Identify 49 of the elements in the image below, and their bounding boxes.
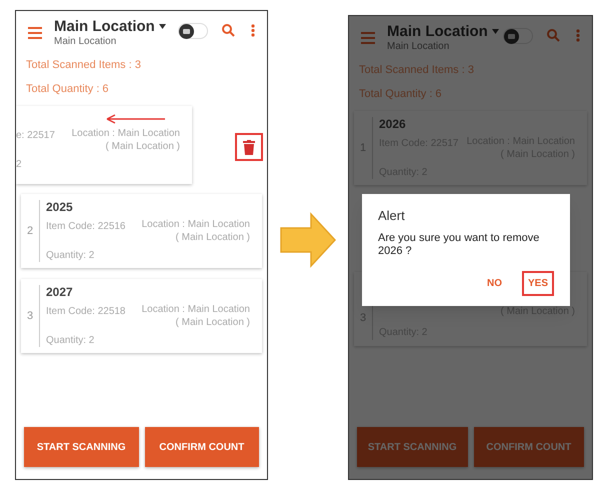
menu-icon[interactable] bbox=[361, 32, 375, 44]
item-name: 2027 bbox=[46, 286, 74, 298]
camera-toggle[interactable] bbox=[503, 28, 533, 44]
item-quantity: 2 bbox=[16, 158, 23, 172]
item-code: e: 22517 bbox=[16, 129, 55, 143]
more-icon[interactable] bbox=[251, 24, 255, 37]
total-label: Total Quantity : 6 bbox=[359, 86, 443, 102]
menu-icon[interactable] bbox=[28, 27, 42, 39]
location-subtitle: Main Location bbox=[54, 37, 118, 47]
next-arrow-icon bbox=[279, 212, 337, 268]
item-index: 2 bbox=[26, 224, 34, 239]
swipe-arrow bbox=[106, 114, 166, 124]
item-location: Location : Main Location bbox=[142, 219, 250, 232]
dialog-button[interactable]: NO bbox=[480, 271, 508, 296]
total-label: Total Quantity : 6 bbox=[26, 82, 110, 96]
item-index: 3 bbox=[26, 308, 34, 324]
action-button[interactable]: CONFIRM COUNT bbox=[474, 427, 584, 467]
item-quantity: Quantity: 2 bbox=[46, 249, 96, 263]
caret-icon[interactable] bbox=[158, 24, 166, 29]
location-title[interactable]: Main Location bbox=[387, 24, 488, 39]
item-name: 2025 bbox=[46, 201, 74, 213]
trash-icon bbox=[243, 140, 255, 154]
dialog-title: Alert bbox=[378, 207, 406, 225]
dialog-message: Are you sure you want to remove 2026 ? bbox=[378, 232, 540, 259]
item-card[interactable]: 2 2025 Item Code: 22516 Location : Main Location ( Main Location ) Quantity: 2 bbox=[21, 194, 262, 268]
delete-button[interactable] bbox=[235, 133, 263, 161]
item-quantity: Quantity: 2 bbox=[46, 334, 96, 348]
item-card[interactable]: e: 22517 Location : Main Location ( Main Location ) 2 bbox=[16, 106, 192, 184]
dialog-button[interactable]: YES bbox=[522, 271, 554, 296]
search-icon[interactable] bbox=[222, 24, 235, 37]
item-code: Item Code: 22516 bbox=[46, 220, 126, 234]
total-label: Total Scanned Items : 3 bbox=[359, 63, 475, 78]
item-name: 2026 bbox=[379, 118, 407, 130]
action-button[interactable]: START SCANNING bbox=[357, 427, 468, 467]
item-sublocation: ( Main Location ) bbox=[176, 232, 250, 244]
action-button[interactable]: CONFIRM COUNT bbox=[144, 427, 259, 467]
item-sublocation: ( Main Location ) bbox=[106, 140, 180, 153]
location-subtitle: Main Location bbox=[387, 42, 450, 52]
total-label: Total Scanned Items : 3 bbox=[26, 58, 142, 73]
action-button[interactable]: START SCANNING bbox=[24, 427, 138, 467]
item-card[interactable]: 3 2027 Item Code: 22518 Location : Main Location ( Main Location ) Quantity: 2 bbox=[21, 279, 262, 353]
item-location: Location : Main Location bbox=[142, 304, 250, 316]
item-location: Location : Main Location bbox=[72, 128, 180, 140]
location-title[interactable]: Main Location bbox=[54, 19, 155, 34]
item-sublocation: ( Main Location ) bbox=[176, 316, 250, 329]
more-icon[interactable] bbox=[576, 29, 580, 42]
camera-toggle[interactable] bbox=[178, 23, 208, 39]
search-icon[interactable] bbox=[547, 29, 560, 42]
item-code: Item Code: 22518 bbox=[46, 305, 126, 319]
